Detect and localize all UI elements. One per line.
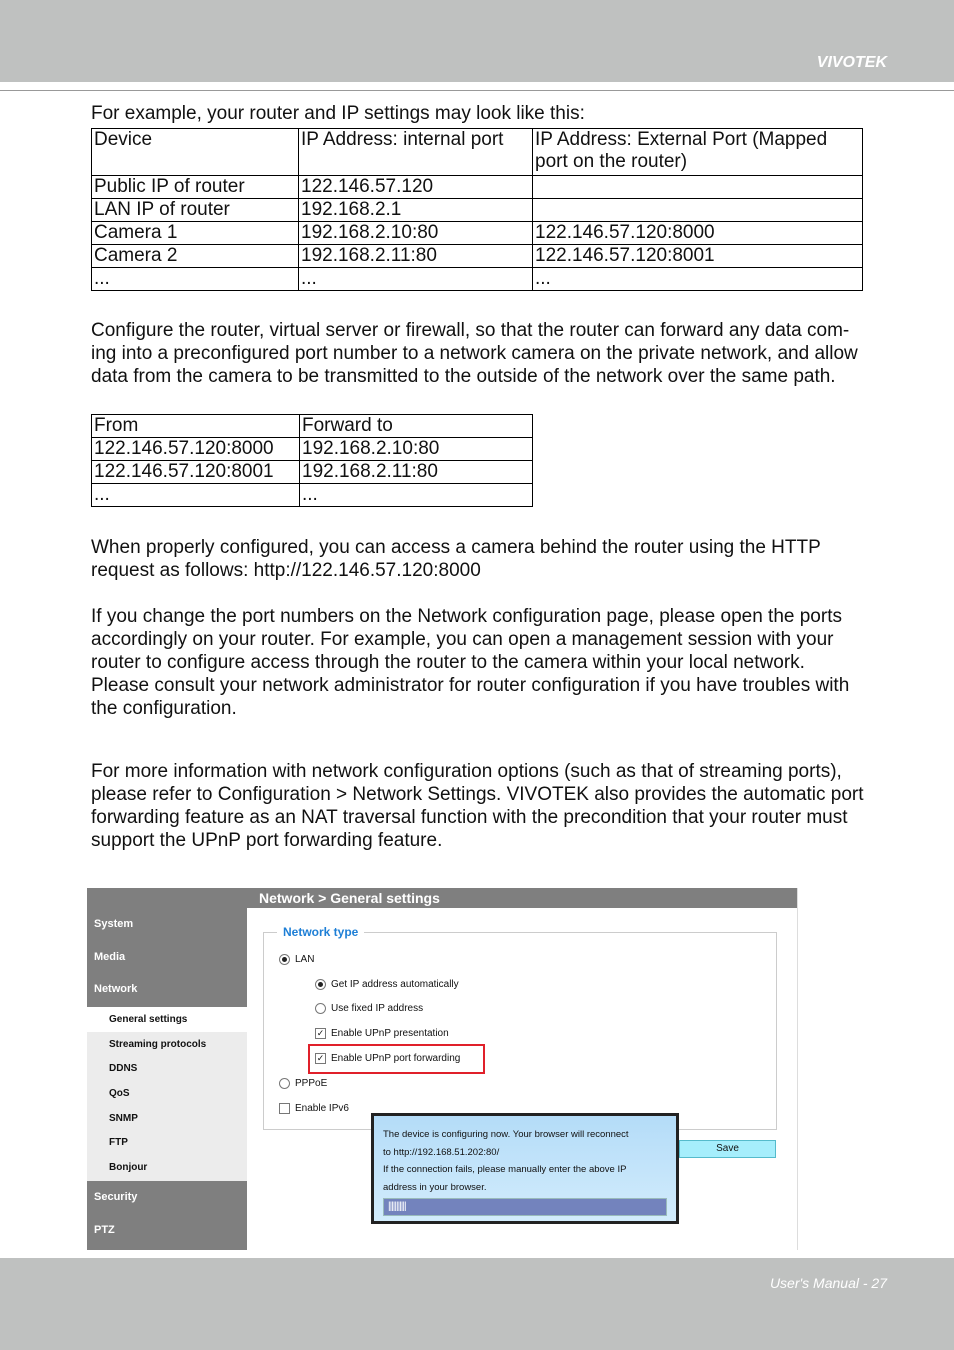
check-icon: ✓ — [315, 1028, 326, 1039]
page-footer: User's Manual - 27 — [0, 1258, 954, 1350]
highlight-box — [308, 1044, 485, 1074]
table-row: Camera 1 192.168.2.10:80 122.146.57.120:80… — [91, 221, 863, 245]
breadcrumb: Network > General settings — [87, 888, 797, 908]
checkbox-icon — [279, 1103, 290, 1114]
paragraph: Configure the router, virtual server or … — [91, 320, 858, 387]
radio-icon — [315, 1003, 326, 1014]
sidebar-sub-bonjour[interactable]: Bonjour — [109, 1162, 147, 1173]
th: IP Address: External Port (Mapped port o… — [532, 128, 863, 176]
paragraph: When properly configured, you can access… — [91, 537, 821, 581]
sidebar-sub-streaming[interactable]: Streaming protocols — [109, 1039, 206, 1050]
sidebar-item-media[interactable]: Media — [87, 941, 247, 974]
sidebar-sub-snmp[interactable]: SNMP — [109, 1113, 138, 1124]
brand-logo: VIVOTEK — [816, 54, 887, 71]
configuring-popup: The device is configuring now. Your brow… — [371, 1113, 679, 1224]
intro-text: For example, your router and IP settings… — [91, 103, 585, 124]
sidebar-sub-ftp[interactable]: FTP — [109, 1137, 128, 1148]
router-settings-table: Device IP Address: internal port IP Addres… — [91, 128, 863, 291]
table-row: LAN IP of router 192.168.2.1 — [91, 198, 863, 222]
upnp-presentation-checkbox[interactable]: ✓ Enable UPnP presentation — [315, 1028, 449, 1039]
sidebar: System Media Network General settings Stre… — [87, 888, 247, 1250]
progress-bar: ||||||||||| — [383, 1198, 667, 1216]
paragraph: If you change the port numbers on the Ne… — [91, 606, 850, 719]
divider — [0, 90, 954, 91]
forwarding-table: From Forward to 122.146.57.120:8000 192.16… — [91, 414, 533, 507]
network-settings-screenshot: System Media Network General settings Stre… — [87, 888, 798, 1250]
sidebar-sub-ddns[interactable]: DDNS — [109, 1063, 137, 1074]
th: IP Address: internal port — [298, 128, 533, 176]
sidebar-sub-qos[interactable]: QoS — [109, 1088, 130, 1099]
table-row: 122.146.57.120:8001 192.168.2.11:80 — [91, 460, 533, 484]
ipv6-checkbox[interactable]: Enable IPv6 — [279, 1103, 349, 1114]
table-row: 122.146.57.120:8000 192.168.2.10:80 — [91, 437, 533, 461]
save-button[interactable]: Save — [679, 1140, 776, 1158]
sidebar-item-security[interactable]: Security — [87, 1181, 247, 1214]
table-row: Public IP of router 122.146.57.120 — [91, 175, 863, 199]
table-row: Camera 2 192.168.2.11:80 122.146.57.120:80… — [91, 244, 863, 268]
paragraph: For more information with network config… — [91, 761, 864, 851]
sidebar-item-system[interactable]: System — [87, 908, 247, 941]
table-row: ......... — [91, 267, 863, 291]
sidebar-item-ptz[interactable]: PTZ — [87, 1214, 247, 1247]
sidebar-sub-general[interactable]: General settings — [109, 1014, 187, 1025]
th: Device — [91, 128, 299, 176]
lan-radio[interactable]: LAN — [279, 954, 314, 965]
table-row: ...... — [91, 483, 533, 507]
page-number: User's Manual - 27 — [769, 1275, 887, 1291]
radio-icon — [279, 1078, 290, 1089]
fixed-ip-radio[interactable]: Use fixed IP address — [315, 1003, 423, 1014]
table-header: From Forward to — [91, 414, 533, 438]
sidebar-item-network[interactable]: Network — [87, 973, 247, 1006]
radio-icon — [279, 954, 290, 965]
fieldset-legend: Network type — [277, 925, 365, 939]
pppoe-radio[interactable]: PPPoE — [279, 1078, 327, 1089]
radio-icon — [315, 979, 326, 990]
page-header: VIVOTEK — [0, 0, 954, 82]
auto-ip-radio[interactable]: Get IP address automatically — [315, 979, 459, 990]
